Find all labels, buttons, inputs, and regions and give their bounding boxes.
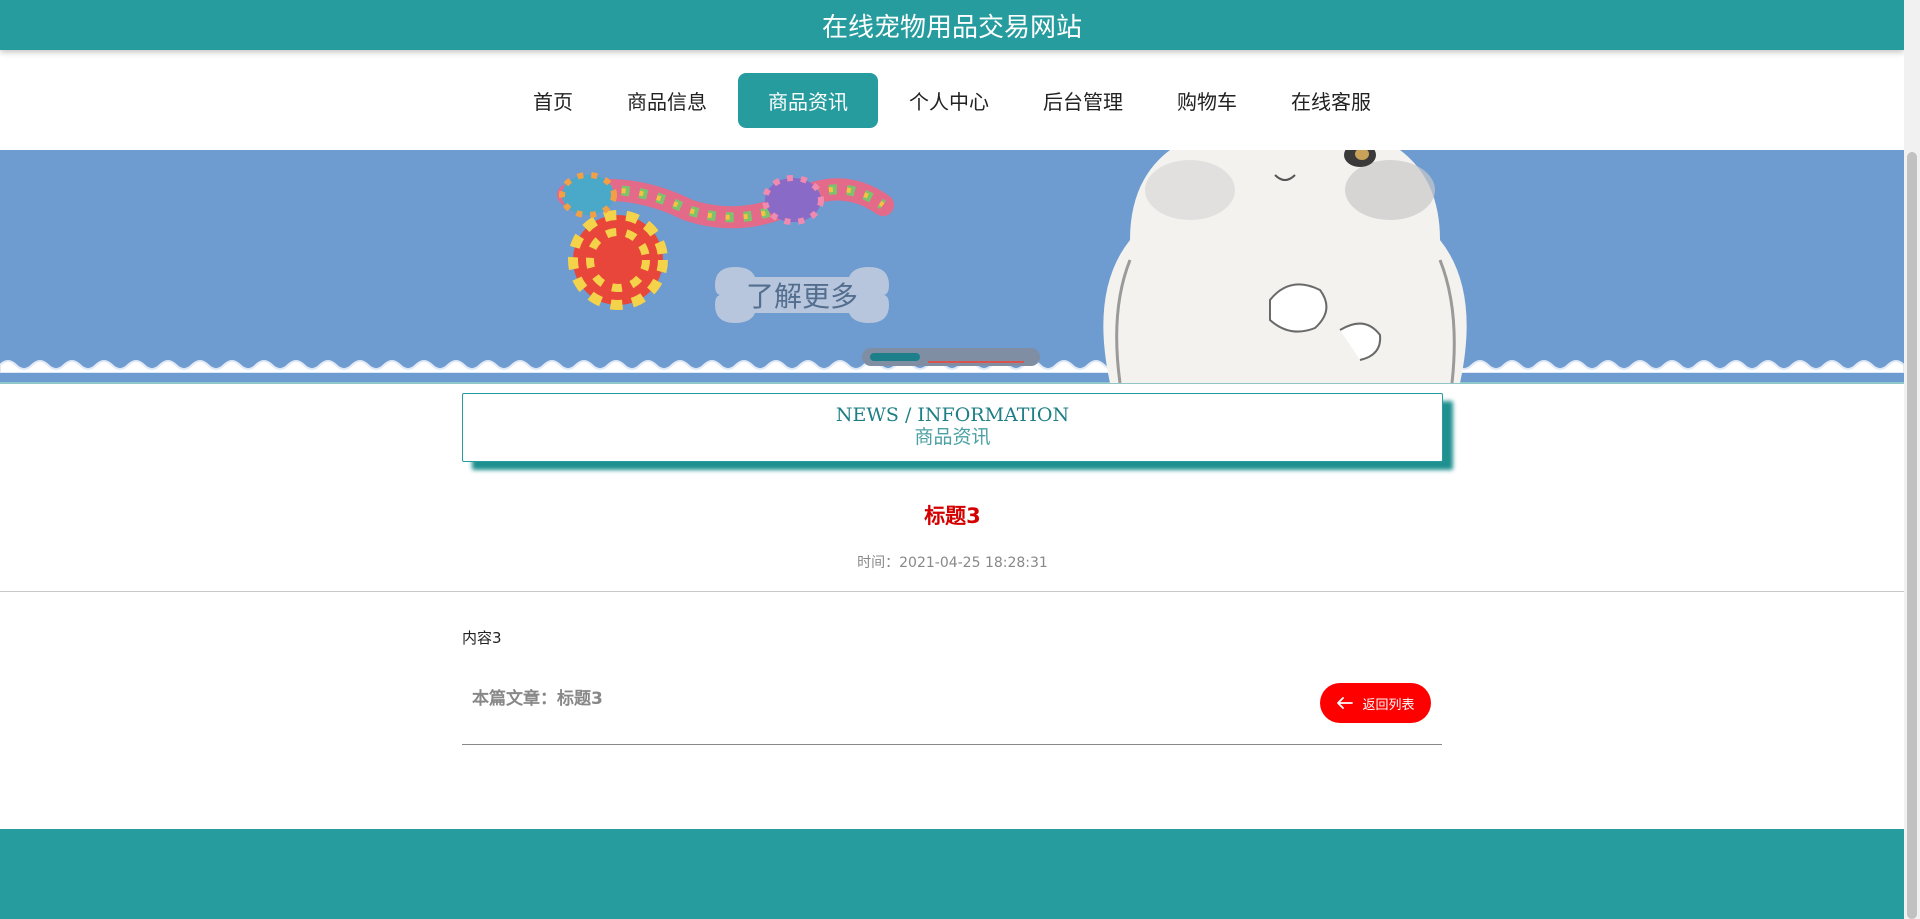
- cat-illustration: [1103, 150, 1467, 383]
- back-to-list-label: 返回列表: [1362, 697, 1415, 713]
- banner-slider-indicators: [862, 348, 1040, 366]
- current-article-label: 本篇文章：标题3: [472, 689, 603, 709]
- banner-divider: [0, 382, 1904, 384]
- article-time: 时间：2021-04-25 18:28:31: [857, 555, 1048, 571]
- article-divider: [0, 591, 1904, 592]
- main-nav: 首页 商品信息 商品资讯 个人中心 后台管理 购物车 在线客服: [0, 50, 1904, 150]
- learn-more-button[interactable]: 了解更多: [713, 263, 891, 327]
- section-title-en: NEWS / INFORMATION: [835, 404, 1070, 426]
- top-title-bar: 在线宠物用品交易网站: [0, 0, 1904, 50]
- section-header-box: NEWS / INFORMATION 商品资讯: [462, 393, 1443, 462]
- article-title: 标题3: [924, 504, 981, 528]
- nav-item-products[interactable]: 商品信息: [600, 73, 734, 128]
- slider-dot-active[interactable]: [870, 353, 920, 361]
- scrollbar-thumb[interactable]: [1907, 152, 1917, 919]
- nav-item-personal-center[interactable]: 个人中心: [882, 73, 1016, 128]
- arrow-left-icon: [1337, 697, 1354, 709]
- learn-more-label: 了解更多: [745, 280, 858, 313]
- section-title-cn: 商品资讯: [914, 426, 991, 448]
- nav-item-cart[interactable]: 购物车: [1150, 73, 1264, 128]
- footer: [0, 829, 1904, 919]
- slider-dot-track[interactable]: [928, 361, 1024, 363]
- nav-item-product-news[interactable]: 商品资讯: [738, 72, 878, 128]
- nav-item-admin[interactable]: 后台管理: [1016, 73, 1150, 128]
- site-title: 在线宠物用品交易网站: [821, 12, 1082, 43]
- back-to-list-button[interactable]: 返回列表: [1320, 683, 1431, 723]
- nav-item-home[interactable]: 首页: [506, 73, 600, 128]
- article-content: 内容3: [462, 629, 502, 647]
- page-scrollbar[interactable]: [1904, 0, 1920, 919]
- content-bottom-divider: [462, 744, 1442, 745]
- page: 在线宠物用品交易网站 首页 商品信息 商品资讯 个人中心 后台管理 购物车 在线…: [0, 0, 1904, 919]
- nav-item-customer-service[interactable]: 在线客服: [1264, 73, 1398, 128]
